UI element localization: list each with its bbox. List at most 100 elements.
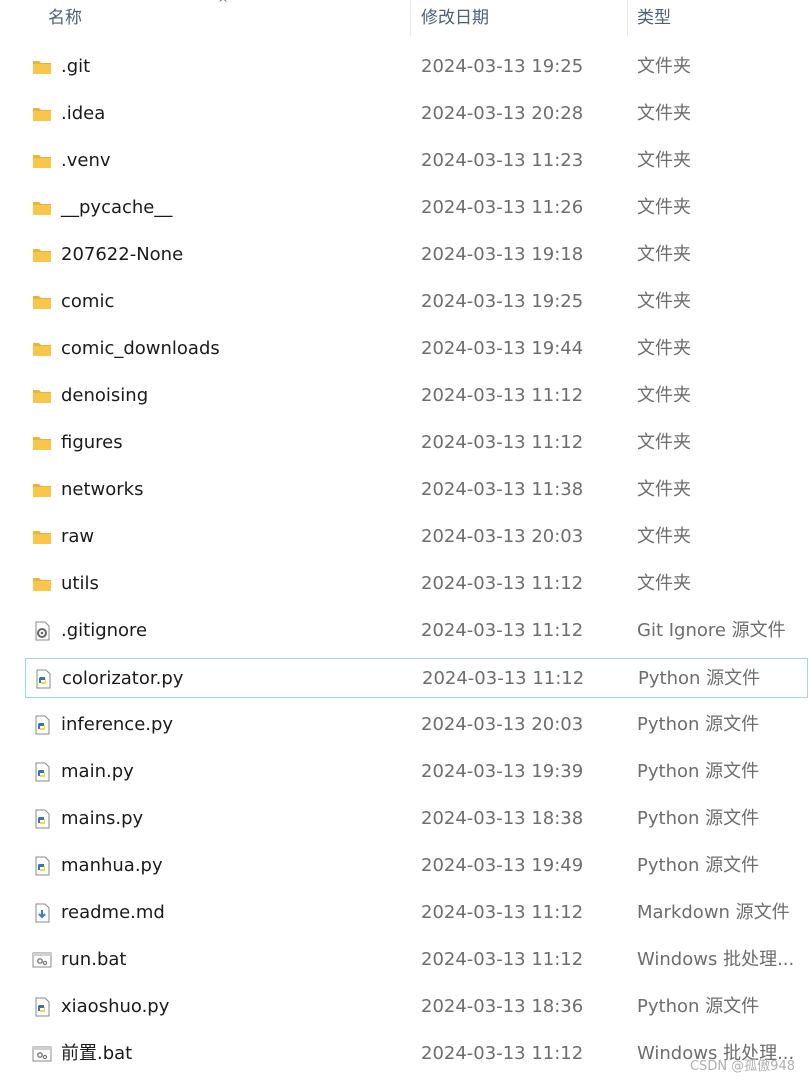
file-name: denoising: [61, 385, 149, 406]
file-date: 2024-03-13 19:39: [421, 761, 584, 782]
folder-icon: [32, 57, 52, 77]
file-name: utils: [61, 573, 99, 594]
file-type: Windows 批处理...: [637, 949, 795, 970]
python-file-icon: [32, 809, 52, 829]
file-date: 2024-03-13 11:12: [422, 668, 585, 689]
file-type: 文件夹: [637, 385, 691, 406]
file-type: 文件夹: [637, 291, 691, 312]
file-name: .gitignore: [61, 620, 148, 641]
file-row[interactable]: .git 2024-03-13 19:25 文件夹: [25, 47, 808, 87]
file-name: colorizator.py: [62, 668, 184, 689]
file-date: 2024-03-13 11:38: [421, 479, 584, 500]
file-name: inference.py: [61, 714, 174, 735]
file-date: 2024-03-13 18:38: [421, 808, 584, 829]
file-row[interactable]: __pycache__ 2024-03-13 11:26 文件夹: [25, 188, 808, 228]
python-file-icon: [32, 997, 52, 1017]
column-name-header[interactable]: 名称: [48, 0, 82, 36]
python-file-icon: [32, 715, 52, 735]
file-row[interactable]: raw 2024-03-13 20:03 文件夹: [25, 517, 808, 557]
folder-icon: [32, 480, 52, 500]
python-file-icon: [32, 762, 52, 782]
file-row[interactable]: figures 2024-03-13 11:12 文件夹: [25, 423, 808, 463]
file-name: raw: [61, 526, 95, 547]
file-row[interactable]: readme.md 2024-03-13 11:12 Markdown 源文件: [25, 893, 808, 933]
file-date: 2024-03-13 19:44: [421, 338, 584, 359]
file-type: 文件夹: [637, 103, 691, 124]
file-date: 2024-03-13 19:18: [421, 244, 584, 265]
file-row[interactable]: comic_downloads 2024-03-13 19:44 文件夹: [25, 329, 808, 369]
file-row[interactable]: .idea 2024-03-13 20:28 文件夹: [25, 94, 808, 134]
folder-icon: [32, 386, 52, 406]
file-name: manhua.py: [61, 855, 163, 876]
file-type: 文件夹: [637, 244, 691, 265]
file-row[interactable]: xiaoshuo.py 2024-03-13 18:36 Python 源文件: [25, 987, 808, 1027]
gear-file-icon: [32, 621, 52, 641]
column-header: ^ 名称 修改日期 类型: [0, 0, 809, 36]
folder-icon: [32, 245, 52, 265]
file-type: 文件夹: [637, 432, 691, 453]
file-row[interactable]: manhua.py 2024-03-13 19:49 Python 源文件: [25, 846, 808, 886]
file-row[interactable]: 207622-None 2024-03-13 19:18 文件夹: [25, 235, 808, 275]
file-row[interactable]: utils 2024-03-13 11:12 文件夹: [25, 564, 808, 604]
column-divider[interactable]: [410, 0, 411, 36]
file-date: 2024-03-13 11:12: [421, 385, 584, 406]
file-name: readme.md: [61, 902, 165, 923]
file-date: 2024-03-13 11:26: [421, 197, 584, 218]
column-divider[interactable]: [627, 0, 628, 36]
file-name: comic: [61, 291, 115, 312]
file-type: 文件夹: [637, 197, 691, 218]
file-row[interactable]: colorizator.py 2024-03-13 11:12 Python 源文件: [25, 658, 808, 698]
file-name: .venv: [61, 150, 111, 171]
file-type: Python 源文件: [637, 714, 760, 735]
batch-file-icon: [32, 950, 52, 970]
file-row[interactable]: main.py 2024-03-13 19:39 Python 源文件: [25, 752, 808, 792]
file-row[interactable]: inference.py 2024-03-13 20:03 Python 源文件: [25, 705, 808, 745]
file-row[interactable]: .gitignore 2024-03-13 11:12 Git Ignore 源文件: [25, 611, 808, 651]
file-name: .git: [61, 56, 91, 77]
file-name: 前置.bat: [61, 1043, 133, 1064]
file-type: Python 源文件: [637, 808, 760, 829]
folder-icon: [32, 339, 52, 359]
file-date: 2024-03-13 11:12: [421, 949, 584, 970]
file-date: 2024-03-13 18:36: [421, 996, 584, 1017]
file-row[interactable]: run.bat 2024-03-13 11:12 Windows 批处理...: [25, 940, 808, 980]
file-type: Python 源文件: [637, 855, 760, 876]
file-type: Python 源文件: [638, 668, 761, 689]
file-type: Python 源文件: [637, 761, 760, 782]
column-date-header[interactable]: 修改日期: [421, 0, 489, 36]
file-name: xiaoshuo.py: [61, 996, 170, 1017]
watermark: CSDN @孤傲948: [689, 1059, 795, 1074]
file-type: 文件夹: [637, 56, 691, 77]
folder-icon: [32, 292, 52, 312]
file-type: Python 源文件: [637, 996, 760, 1017]
file-row[interactable]: denoising 2024-03-13 11:12 文件夹: [25, 376, 808, 416]
file-date: 2024-03-13 11:12: [421, 902, 584, 923]
file-date: 2024-03-13 20:28: [421, 103, 584, 124]
file-row[interactable]: comic 2024-03-13 19:25 文件夹: [25, 282, 808, 322]
file-date: 2024-03-13 19:25: [421, 291, 584, 312]
python-file-icon: [33, 669, 53, 689]
column-type-header[interactable]: 类型: [637, 0, 671, 36]
file-date: 2024-03-13 11:23: [421, 150, 584, 171]
file-row[interactable]: networks 2024-03-13 11:38 文件夹: [25, 470, 808, 510]
folder-icon: [32, 104, 52, 124]
markdown-file-icon: [32, 903, 52, 923]
file-date: 2024-03-13 11:12: [421, 620, 584, 641]
file-type: 文件夹: [637, 338, 691, 359]
file-row[interactable]: .venv 2024-03-13 11:23 文件夹: [25, 141, 808, 181]
file-date: 2024-03-13 20:03: [421, 714, 584, 735]
folder-icon: [32, 198, 52, 218]
file-name: comic_downloads: [61, 338, 220, 359]
file-type: 文件夹: [637, 150, 691, 171]
batch-file-icon: [32, 1044, 52, 1064]
file-date: 2024-03-13 19:25: [421, 56, 584, 77]
file-date: 2024-03-13 11:12: [421, 432, 584, 453]
file-type: Git Ignore 源文件: [637, 620, 786, 641]
file-type: Markdown 源文件: [637, 902, 790, 923]
file-name: main.py: [61, 761, 134, 782]
python-file-icon: [32, 856, 52, 876]
file-name: figures: [61, 432, 123, 453]
folder-icon: [32, 433, 52, 453]
file-row[interactable]: mains.py 2024-03-13 18:38 Python 源文件: [25, 799, 808, 839]
sort-up-icon: ^: [218, 0, 229, 10]
